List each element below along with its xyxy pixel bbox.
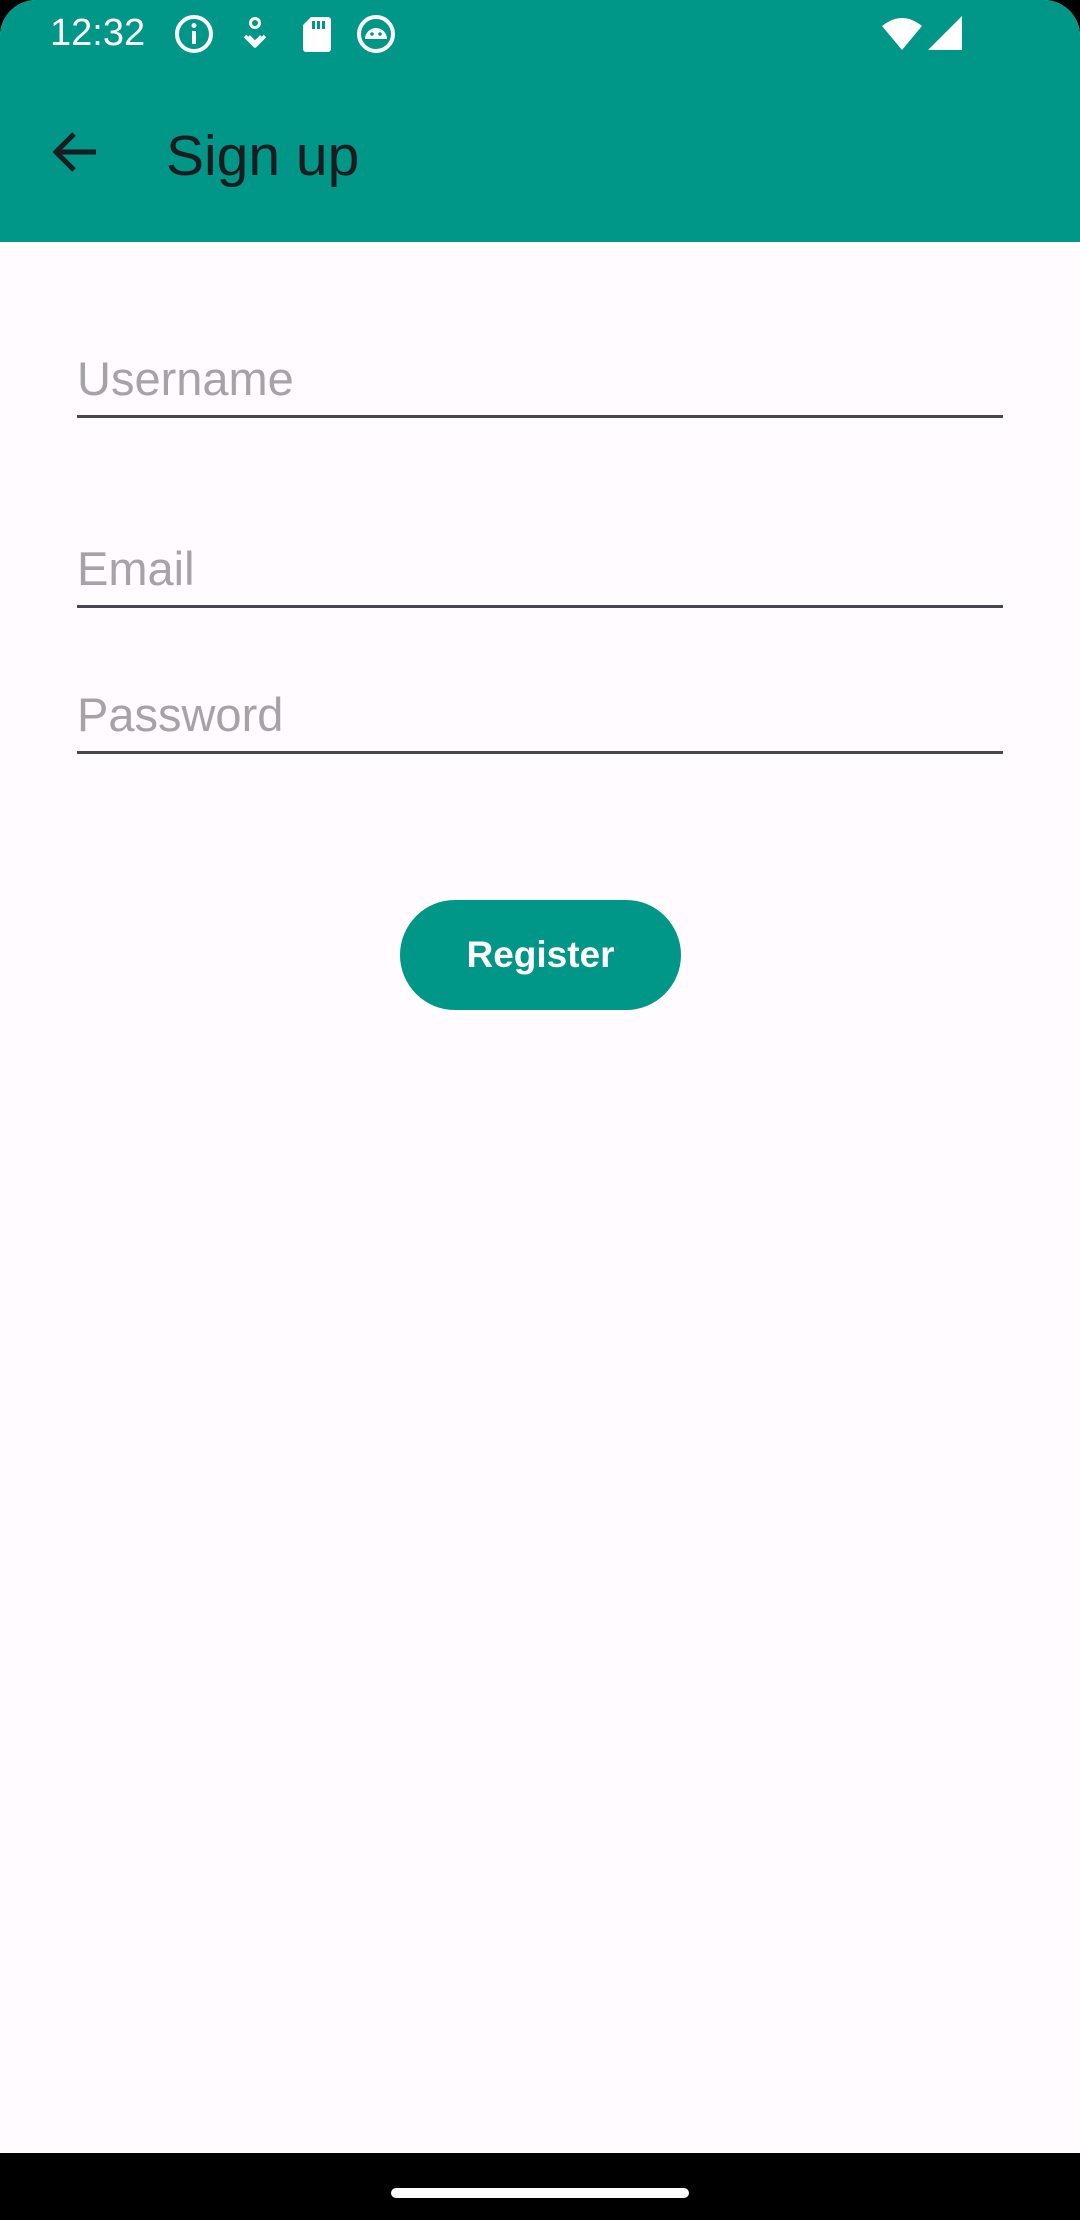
signal-icon <box>922 12 966 56</box>
status-bar: 12:32 <box>0 0 1080 66</box>
username-input[interactable] <box>77 342 1003 418</box>
sd-card-icon <box>295 12 339 56</box>
info-icon <box>172 12 216 56</box>
sign-up-screen: 12:32 Sign up Username Email Register <box>0 0 1080 2220</box>
back-button[interactable] <box>34 110 118 194</box>
home-gesture-handle[interactable] <box>391 2188 689 2198</box>
page-title: Sign up <box>166 124 360 188</box>
email-input[interactable] <box>77 532 1003 608</box>
status-time: 12:32 <box>50 12 146 54</box>
navigation-bar <box>0 2153 1080 2220</box>
wifi-icon <box>880 12 924 56</box>
register-button[interactable]: Register <box>400 900 681 1010</box>
arrow-back-icon <box>52 132 96 172</box>
username-field <box>77 342 1003 422</box>
password-field <box>77 678 1003 758</box>
location-pin-icon <box>233 12 277 56</box>
email-field <box>77 532 1003 612</box>
app-bar: 12:32 Sign up <box>0 0 1080 242</box>
password-input[interactable] <box>77 678 1003 754</box>
android-debug-icon <box>354 12 398 56</box>
